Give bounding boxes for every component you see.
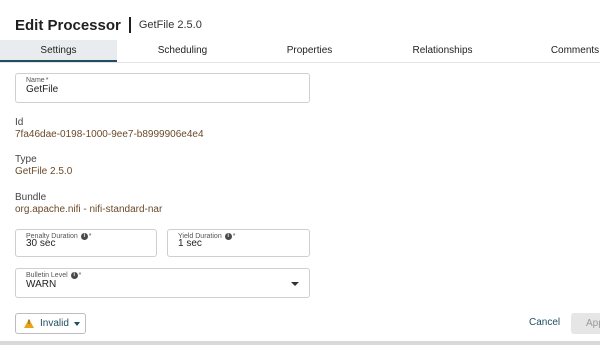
tab-scheduling[interactable]: Scheduling	[125, 40, 240, 62]
window-bottom-edge	[0, 341, 600, 345]
bulletin-level-label: Bulletin Level i *	[26, 272, 81, 279]
bulletin-level-label-text: Bulletin Level	[26, 272, 68, 279]
required-mark: *	[45, 77, 49, 84]
warning-icon: !	[24, 319, 34, 328]
type-value: GetFile 2.5.0	[15, 166, 73, 177]
name-field[interactable]: Name * GetFile	[15, 73, 310, 103]
required-mark: *	[78, 272, 82, 279]
bundle-label: Bundle	[15, 192, 47, 203]
dialog-subtitle: GetFile 2.5.0	[138, 19, 202, 31]
info-icon[interactable]: i	[80, 233, 88, 240]
title-divider	[128, 17, 131, 33]
bundle-value: org.apache.nifi - nifi-standard-nar	[15, 204, 163, 215]
yield-duration-field[interactable]: Yield Duration i * 1 sec	[167, 229, 310, 257]
tab-bar: Settings Scheduling Properties Relations…	[0, 40, 600, 63]
dialog-header: Edit Processor GetFile 2.5.0	[15, 14, 202, 36]
penalty-duration-value[interactable]: 30 sec	[26, 238, 55, 249]
dialog-title: Edit Processor	[15, 16, 121, 34]
required-mark: *	[88, 233, 92, 240]
tab-properties[interactable]: Properties	[252, 40, 367, 62]
chevron-down-icon	[73, 321, 80, 326]
required-mark: *	[232, 233, 236, 240]
penalty-duration-field[interactable]: Penalty Duration i * 30 sec	[15, 229, 157, 257]
bulletin-level-select[interactable]: Bulletin Level i * WARN	[15, 268, 310, 298]
name-field-value[interactable]: GetFile	[26, 84, 58, 95]
tab-relationships[interactable]: Relationships	[385, 40, 500, 62]
tab-settings[interactable]: Settings	[0, 40, 117, 62]
edit-processor-dialog: Edit Processor GetFile 2.5.0 Settings Sc…	[0, 0, 600, 342]
tab-comments[interactable]: Comments	[520, 40, 600, 62]
apply-button[interactable]: App	[571, 313, 600, 334]
chevron-down-icon[interactable]	[291, 282, 299, 286]
id-label: Id	[15, 117, 24, 128]
cancel-button[interactable]: Cancel	[529, 317, 560, 328]
yield-duration-value[interactable]: 1 sec	[178, 238, 202, 249]
validation-status-button[interactable]: ! Invalid	[15, 313, 86, 334]
name-label-text: Name	[26, 77, 45, 84]
info-icon[interactable]: i	[70, 272, 78, 279]
type-label: Type	[15, 154, 37, 165]
info-icon[interactable]: i	[224, 233, 232, 240]
validation-status-label: Invalid	[40, 318, 69, 329]
bulletin-level-value[interactable]: WARN	[26, 279, 56, 290]
name-field-label: Name *	[26, 77, 48, 84]
id-value: 7fa46dae-0198-1000-9ee7-b8999906e4e4	[15, 129, 204, 140]
